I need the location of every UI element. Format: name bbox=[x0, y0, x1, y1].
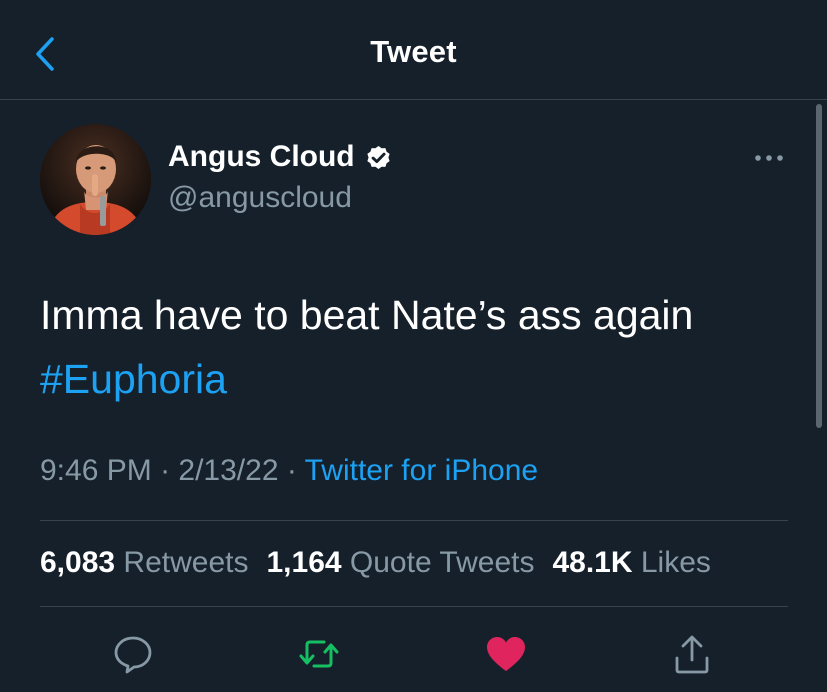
divider bbox=[40, 606, 788, 607]
verified-badge-icon bbox=[367, 145, 390, 169]
reply-icon bbox=[114, 636, 152, 674]
author-display-name[interactable]: Angus Cloud bbox=[168, 140, 355, 174]
tweet-body: Imma have to beat Nate’s ass again bbox=[40, 292, 694, 338]
author-handle[interactable]: @anguscloud bbox=[168, 181, 352, 215]
meta-separator: · bbox=[278, 454, 305, 487]
app-header: Tweet bbox=[0, 0, 827, 100]
share-icon bbox=[675, 635, 709, 674]
tweet-date: 2/13/22 bbox=[178, 454, 279, 487]
like-button[interactable] bbox=[484, 632, 528, 676]
tweet-time: 9:46 PM bbox=[40, 454, 152, 487]
heart-icon bbox=[487, 637, 525, 671]
retweets-count: 6,083 bbox=[40, 546, 116, 579]
reply-button[interactable] bbox=[111, 632, 155, 676]
likes-stat[interactable]: 48.1K Likes bbox=[552, 546, 710, 580]
action-bar bbox=[0, 632, 827, 676]
likes-label: Likes bbox=[640, 546, 711, 579]
quotes-label: Quote Tweets bbox=[349, 546, 535, 579]
page-title: Tweet bbox=[370, 34, 457, 69]
quote-tweets-stat[interactable]: 1,164 Quote Tweets bbox=[266, 546, 534, 580]
more-dots-icon bbox=[755, 155, 783, 161]
hashtag-link[interactable]: #Euphoria bbox=[40, 356, 227, 402]
meta-separator: · bbox=[151, 454, 179, 487]
tweet-text: Imma have to beat Nate’s ass again #Euph… bbox=[40, 283, 800, 411]
avatar[interactable] bbox=[40, 124, 151, 235]
retweets-label: Retweets bbox=[123, 546, 249, 579]
author-name[interactable]: Angus Cloud bbox=[168, 140, 393, 174]
retweets-stat[interactable]: 6,083 Retweets bbox=[40, 546, 248, 580]
tweet-source-link[interactable]: Twitter for iPhone bbox=[305, 454, 538, 487]
retweet-button[interactable] bbox=[297, 632, 341, 676]
quotes-count: 1,164 bbox=[266, 546, 342, 579]
retweet-icon bbox=[299, 640, 339, 668]
likes-count: 48.1K bbox=[552, 546, 633, 579]
divider bbox=[40, 520, 788, 521]
tweet-metadata: 9:46 PM · 2/13/22 · Twitter for iPhone bbox=[40, 454, 538, 488]
more-options-button[interactable] bbox=[752, 148, 786, 168]
scrollbar[interactable] bbox=[816, 104, 822, 428]
tweet-stats: 6,083 Retweets 1,164 Quote Tweets 48.1K … bbox=[40, 546, 729, 580]
share-button[interactable] bbox=[670, 632, 714, 676]
